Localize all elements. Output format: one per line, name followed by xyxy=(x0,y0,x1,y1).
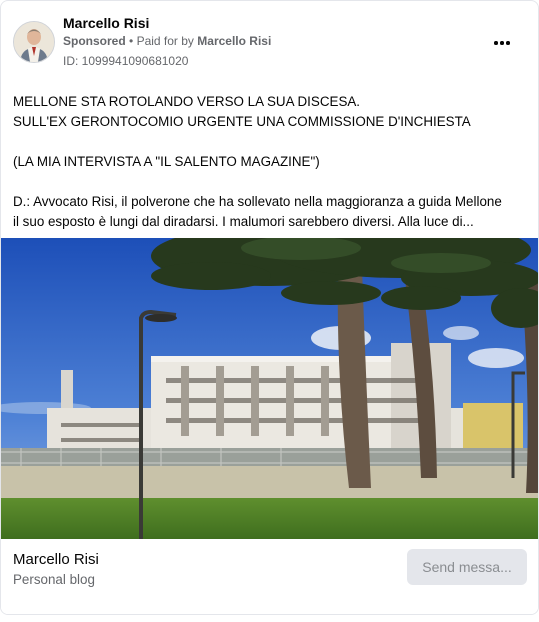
post-text-gap xyxy=(13,172,528,192)
send-message-button[interactable]: Send messa... xyxy=(407,549,527,585)
ad-id: ID: 1099941090681020 xyxy=(63,54,189,68)
post-text-line: il suo esposto è lungi dal diradarsi. I … xyxy=(13,214,474,229)
post-text-line: D.: Avvocato Risi, il polverone che ha s… xyxy=(13,194,502,209)
profile-photo-icon xyxy=(14,22,54,62)
more-dot xyxy=(500,41,504,45)
post-text-gap xyxy=(13,132,528,152)
page-name[interactable]: Marcello Risi xyxy=(63,15,149,31)
building-photo xyxy=(1,238,538,539)
ad-footer: Marcello Risi Personal blog Send messa..… xyxy=(1,539,538,614)
post-text-line: SULL'EX GERONTOCOMIO URGENTE UNA COMMISS… xyxy=(13,114,471,129)
sponsored-label[interactable]: Sponsored xyxy=(63,34,126,48)
more-horizontal-icon xyxy=(494,41,498,45)
post-header: Marcello Risi Sponsored • Paid for by Ma… xyxy=(13,13,526,71)
avatar[interactable] xyxy=(13,21,55,63)
post-image[interactable] xyxy=(1,238,538,539)
post-text: MELLONE STA ROTOLANDO VERSO LA SUA DISCE… xyxy=(13,92,528,232)
paid-for-name: Marcello Risi xyxy=(197,34,272,48)
post-text-line: MELLONE STA ROTOLANDO VERSO LA SUA DISCE… xyxy=(13,94,361,109)
separator-dot: • xyxy=(129,34,134,48)
ad-card: Marcello Risi Sponsored • Paid for by Ma… xyxy=(0,0,539,615)
footer-page-name[interactable]: Marcello Risi xyxy=(13,551,99,568)
more-dot xyxy=(506,41,510,45)
post-text-line: (LA MIA INTERVISTA A "IL SALENTO MAGAZIN… xyxy=(13,154,320,169)
sponsored-line: Sponsored • Paid for by Marcello Risi xyxy=(63,34,271,48)
more-options-button[interactable] xyxy=(488,33,516,53)
footer-subtitle: Personal blog xyxy=(13,572,95,587)
paid-for-prefix: Paid for by xyxy=(136,34,194,48)
